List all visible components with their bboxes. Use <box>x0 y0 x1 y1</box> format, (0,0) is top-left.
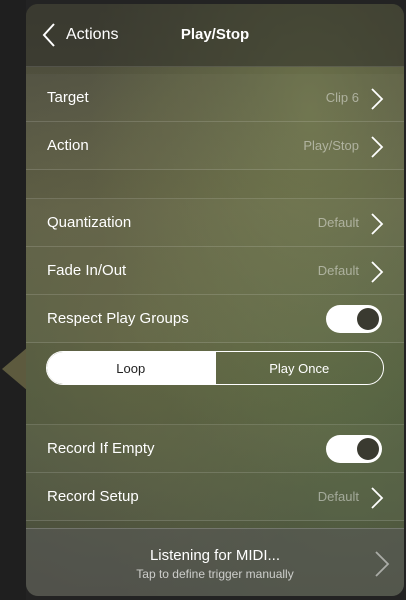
page-title: Play/Stop <box>180 26 250 43</box>
background-left <box>0 0 26 600</box>
row-record-setup[interactable]: Record Setup Default <box>26 473 404 521</box>
row-label: Action <box>47 137 89 154</box>
row-quantization[interactable]: Quantization Default <box>26 199 404 247</box>
record-if-empty-toggle[interactable] <box>326 435 382 463</box>
footer-subtitle: Tap to define trigger manually <box>136 567 294 581</box>
navigation-bar: Actions Play/Stop <box>26 4 404 67</box>
section-spacer <box>26 170 404 199</box>
section-spacer <box>26 392 404 425</box>
row-label: Target <box>47 89 89 106</box>
chevron-right-icon <box>374 550 390 583</box>
row-fade-in-out[interactable]: Fade In/Out Default <box>26 247 404 295</box>
chevron-right-icon <box>370 212 384 241</box>
row-label: Record Setup <box>47 488 139 505</box>
chevron-right-icon <box>370 486 384 515</box>
row-value: Clip 6 <box>325 90 359 105</box>
footer-title: Listening for MIDI... <box>149 547 281 564</box>
popover-pointer <box>2 347 28 391</box>
row-target[interactable]: Target Clip 6 <box>26 74 404 122</box>
chevron-right-icon <box>370 87 384 116</box>
segment-loop[interactable]: Loop <box>47 352 215 384</box>
row-label: Quantization <box>47 214 132 231</box>
row-value: Default <box>317 215 359 230</box>
loop-mode-segmented-control: Loop Play Once <box>46 351 384 385</box>
row-label: Respect Play Groups <box>47 310 189 327</box>
toggle-knob <box>357 308 379 330</box>
chevron-right-icon <box>370 135 384 164</box>
row-respect-play-groups: Respect Play Groups <box>26 295 404 343</box>
row-action[interactable]: Action Play/Stop <box>26 122 404 170</box>
segment-play-once[interactable]: Play Once <box>214 352 384 384</box>
action-panel: Actions Play/Stop Target Clip 6 Action P… <box>26 4 404 596</box>
toggle-knob <box>357 438 379 460</box>
row-label: Fade In/Out <box>47 262 127 279</box>
row-value: Default <box>317 263 359 278</box>
row-record-if-empty: Record If Empty <box>26 425 404 473</box>
midi-trigger-footer[interactable]: Listening for MIDI... Tap to define trig… <box>26 528 404 596</box>
row-value: Default <box>317 489 359 504</box>
row-label: Record If Empty <box>47 440 155 457</box>
chevron-right-icon <box>370 260 384 289</box>
row-value: Play/Stop <box>303 138 359 153</box>
respect-play-groups-toggle[interactable] <box>326 305 382 333</box>
